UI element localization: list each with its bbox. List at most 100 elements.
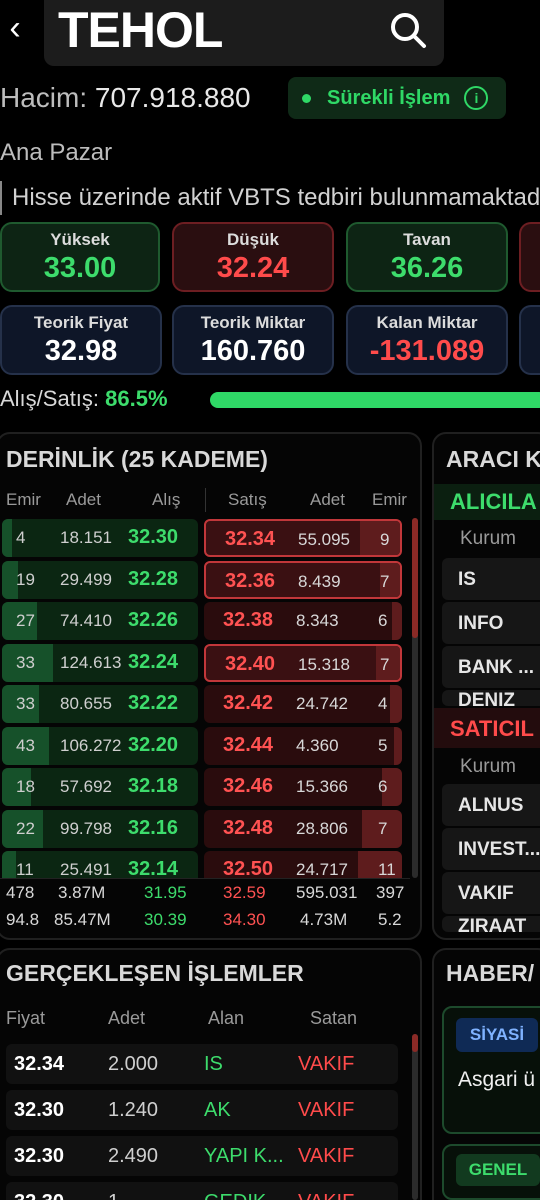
stat-value: 33.00 xyxy=(43,252,117,284)
total-value: 4.73M xyxy=(300,910,348,929)
broker-item[interactable]: ZIRAAT xyxy=(442,916,540,932)
bid-cell[interactable]: 33 124.613 32.24 xyxy=(2,643,198,682)
trade-seller: VAKIF xyxy=(298,1191,354,1200)
ask-qty: 4.360 xyxy=(296,735,339,755)
search-button[interactable] xyxy=(388,10,428,50)
bid-price: 32.26 xyxy=(128,609,179,631)
ask-volume-bar xyxy=(392,602,402,640)
bid-cell[interactable]: 43 106.272 32.20 xyxy=(2,726,198,765)
bid-cell[interactable]: 22 99.798 32.16 xyxy=(2,809,198,848)
depth-row[interactable]: 43 106.272 32.20 32.44 4.360 5 xyxy=(0,726,410,766)
bid-price: 32.30 xyxy=(128,526,179,548)
depth-row[interactable]: 19 29.499 32.28 32.36 8.439 7 xyxy=(0,560,410,600)
broker-item[interactable]: ALNUS xyxy=(442,784,540,826)
sellers-col-header: Kurum xyxy=(460,756,516,777)
broker-item[interactable]: BANK ... xyxy=(442,646,540,688)
ask-cell[interactable]: 32.40 15.318 7 xyxy=(204,643,402,682)
broker-item[interactable]: INVEST... xyxy=(442,828,540,870)
info-icon[interactable]: i xyxy=(464,86,489,110)
depth-row[interactable]: 33 80.655 32.22 32.42 24.742 4 xyxy=(0,684,410,724)
bid-cell[interactable]: 11 25.491 32.14 xyxy=(2,851,198,878)
broker-item[interactable]: VAKIF xyxy=(442,872,540,914)
ask-orders: 7 xyxy=(378,818,388,838)
trade-buyer: GEDIK xyxy=(204,1191,266,1200)
back-button[interactable]: ‹ xyxy=(0,8,30,48)
stat-value: -131.089 xyxy=(369,335,485,367)
ask-cell[interactable]: 32.34 55.095 9 xyxy=(204,519,402,557)
trade-row[interactable]: 32.30 1 GEDIK VAKIF xyxy=(6,1182,398,1200)
bid-orders: 4 xyxy=(16,528,26,547)
trade-qty: 1 xyxy=(108,1191,119,1200)
broker-title: ARACI K xyxy=(446,446,540,472)
broker-item[interactable]: INFO xyxy=(442,602,540,644)
trade-row[interactable]: 32.30 1.240 AK VAKIF xyxy=(6,1090,398,1130)
ratio-bar xyxy=(210,392,540,408)
bid-cell[interactable]: 19 29.499 32.28 xyxy=(2,560,198,599)
bid-cell[interactable]: 27 74.410 32.26 xyxy=(2,602,198,640)
market-label: Ana Pazar xyxy=(0,139,113,166)
depth-scrollbar[interactable] xyxy=(412,518,418,878)
bid-price: 32.20 xyxy=(128,733,179,756)
depth-header-divider xyxy=(205,488,206,512)
depth-row[interactable]: 33 124.613 32.24 32.40 15.318 7 xyxy=(0,643,410,683)
stat-partial xyxy=(519,305,540,375)
depth-row[interactable]: 11 25.491 32.14 32.50 24.717 11 xyxy=(0,850,410,878)
total-value: 397 xyxy=(376,883,405,902)
depth-title: DERİNLİK (25 KADEME) xyxy=(6,446,268,472)
ask-cell[interactable]: 32.44 4.360 5 xyxy=(204,726,402,765)
trade-qty: 1.240 xyxy=(108,1099,159,1121)
stat-ceiling: Tavan 36.26 xyxy=(346,222,508,292)
trades-scrollbar[interactable] xyxy=(412,1034,418,1200)
trades-list[interactable]: 32.34 2.000 IS VAKIF 32.30 1.240 AK VAKIF 32.30 2… xyxy=(0,1044,410,1200)
depth-row[interactable]: 4 18.151 32.30 32.34 55.095 9 xyxy=(0,518,410,558)
ask-cell[interactable]: 32.42 24.742 4 xyxy=(204,685,402,723)
ask-orders: 4 xyxy=(378,694,388,713)
bid-orders: 18 xyxy=(16,777,35,796)
depth-row[interactable]: 18 57.692 32.18 32.46 15.366 6 xyxy=(0,767,410,807)
depth-row[interactable]: 27 74.410 32.26 32.38 8.343 6 xyxy=(0,601,410,641)
bid-volume-bar xyxy=(2,519,12,557)
depth-header-qty: Adet xyxy=(66,490,101,509)
ask-cell[interactable]: 32.46 15.366 6 xyxy=(204,768,402,806)
stat-label: Düşük xyxy=(227,230,279,249)
trade-row[interactable]: 32.30 2.490 YAPI K... VAKIF xyxy=(6,1136,398,1176)
volume-label: Hacim: xyxy=(0,82,88,113)
total-value: 3.87M xyxy=(58,883,106,902)
broker-item[interactable]: IS xyxy=(442,558,540,600)
total-value: 94.8 xyxy=(6,910,40,929)
session-status-badge[interactable]: Sürekli İşlem i xyxy=(288,77,506,119)
stat-value: 32.24 xyxy=(216,252,290,284)
ask-orders: 11 xyxy=(378,860,396,878)
trade-seller: VAKIF xyxy=(298,1145,355,1167)
bid-cell[interactable]: 18 57.692 32.18 xyxy=(2,768,198,806)
bid-qty: 106.272 xyxy=(60,735,122,755)
bid-price: 32.24 xyxy=(128,650,179,673)
bid-price: 32.14 xyxy=(128,858,179,878)
trade-price: 32.30 xyxy=(14,1099,65,1121)
news-tag-politics: SİYASİ xyxy=(456,1018,538,1052)
status-dot-icon xyxy=(302,93,311,103)
ask-cell[interactable]: 32.38 8.343 6 xyxy=(204,602,402,640)
bid-cell[interactable]: 4 18.151 32.30 xyxy=(2,519,198,557)
bid-qty: 29.499 xyxy=(60,569,112,589)
stat-value: 160.760 xyxy=(200,335,306,367)
news-tag-general: GENEL xyxy=(456,1154,540,1186)
status-text: Sürekli İşlem xyxy=(327,86,451,109)
ask-cell[interactable]: 32.36 8.439 7 xyxy=(204,560,402,599)
ask-cell[interactable]: 32.48 28.806 7 xyxy=(204,809,402,848)
bid-cell[interactable]: 33 80.655 32.22 xyxy=(2,685,198,723)
stat-label: Teorik Miktar xyxy=(200,313,306,332)
trade-price: 32.30 xyxy=(14,1191,64,1200)
ask-price: 32.34 xyxy=(225,528,276,550)
broker-item[interactable]: DENIZ xyxy=(442,690,540,706)
total-value: 34.30 xyxy=(223,910,266,929)
ask-orders: 7 xyxy=(380,571,390,591)
bid-qty: 74.410 xyxy=(60,611,112,630)
ask-cell[interactable]: 32.50 24.717 11 xyxy=(204,851,402,878)
total-value: 478 xyxy=(6,883,35,902)
trade-qty: 2.490 xyxy=(108,1145,159,1167)
depth-list[interactable]: 4 18.151 32.30 32.34 55.095 9 19 29.499 32.28 32.… xyxy=(0,518,410,878)
total-value: 5.2 xyxy=(378,910,402,929)
trade-row[interactable]: 32.34 2.000 IS VAKIF xyxy=(6,1044,398,1084)
depth-row[interactable]: 22 99.798 32.16 32.48 28.806 7 xyxy=(0,809,410,849)
